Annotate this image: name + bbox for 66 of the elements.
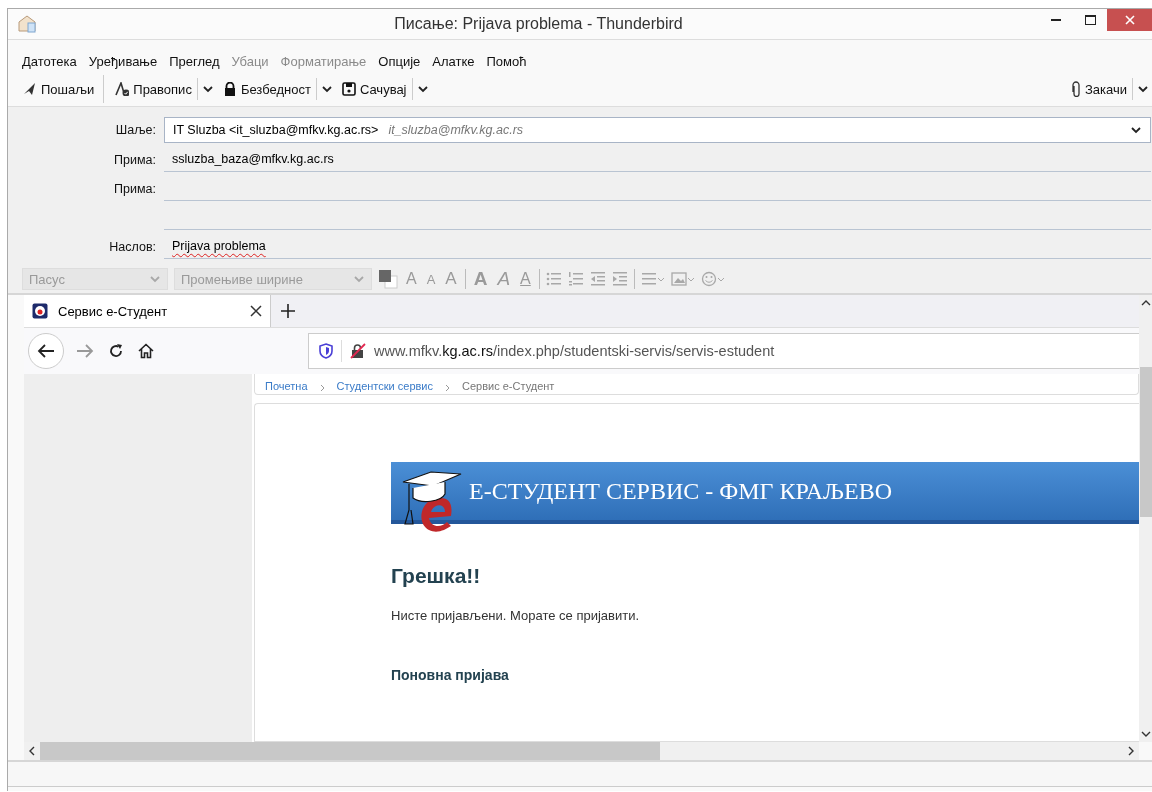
- address-bar[interactable]: www.mfkv.kg.ac.rs/index.php/studentski-servis/servis-estudent: [308, 333, 1139, 369]
- close-icon: [1125, 15, 1135, 25]
- sender-dropdown[interactable]: IT Sluzba <it_sluzba@mfkv.kg.ac.rs> it_sluzba@mfkv.kg.ac.rs: [164, 117, 1151, 143]
- chevron-down-icon: [353, 274, 365, 284]
- envelope-icon: [16, 14, 38, 34]
- chevron-down-icon: [149, 274, 161, 284]
- spellcheck-icon: [115, 82, 130, 96]
- banner-title: Е-СТУДЕНТ СЕРВИС - ФМГ КРАЉЕВО: [469, 477, 892, 505]
- field-label: Наслов:: [108, 239, 156, 254]
- chevron-down-icon: [201, 84, 214, 94]
- shield-icon[interactable]: [319, 343, 333, 359]
- color-swatch-icon[interactable]: [378, 269, 398, 289]
- paperclip-icon: [1070, 81, 1081, 97]
- vertical-scrollbar[interactable]: [1139, 295, 1152, 742]
- home-icon: [138, 343, 154, 359]
- favicon-icon: [32, 303, 48, 319]
- chevron-right-icon: [445, 384, 450, 392]
- reload-icon: [108, 343, 124, 359]
- lock-icon: [222, 82, 237, 96]
- horizontal-scrollbar[interactable]: [24, 742, 1139, 760]
- chevron-left-icon: [28, 746, 36, 756]
- url-text[interactable]: www.mfkv.kg.ac.rs/index.php/studentski-servis/servis-estudent: [374, 343, 775, 359]
- menu-item[interactable]: Опције: [372, 50, 427, 72]
- toolbar-button[interactable]: Правопис: [110, 76, 197, 102]
- chevron-down-icon: [1141, 730, 1151, 738]
- menu-item[interactable]: Алатке: [426, 50, 481, 72]
- browser-tab[interactable]: Сервис е-Студент: [24, 295, 270, 327]
- chevron-down-icon: [1137, 84, 1149, 94]
- maximize-icon: [1084, 15, 1096, 25]
- error-heading: Грешка!!: [391, 564, 482, 588]
- menu-item[interactable]: Датотека: [16, 50, 83, 72]
- plus-icon[interactable]: [281, 304, 295, 318]
- arrow-left-icon: [37, 343, 55, 359]
- field-label: Шаље:: [114, 123, 156, 137]
- minimize-icon: [1051, 19, 1061, 21]
- chevron-right-icon: [1127, 746, 1135, 756]
- field-label: Прима:: [113, 181, 156, 196]
- attach-button[interactable]: Закачи: [1065, 76, 1132, 102]
- recipient-field[interactable]: ssluzba_baza@mfkv.kg.ac.rs: [164, 147, 1151, 172]
- arrow-right-icon: [76, 343, 94, 359]
- insecure-lock-icon[interactable]: [350, 343, 366, 359]
- subject-text: Prijava problema: [172, 239, 266, 253]
- error-message: Нисте пријављени. Морате се пријавити.: [391, 608, 641, 623]
- menu-item[interactable]: Помоћ: [480, 50, 533, 72]
- field-label: Прима:: [113, 152, 156, 167]
- login-link[interactable]: Поновна пријава: [391, 667, 509, 683]
- chevron-right-icon: [319, 384, 325, 392]
- chevron-up-icon: [1141, 299, 1151, 307]
- menu-item[interactable]: Уређивање: [82, 50, 164, 72]
- chevron-down-icon: [416, 84, 429, 94]
- sender-text: IT Sluzba <it_sluzba@mfkv.kg.ac.rs>: [173, 123, 379, 137]
- close-icon[interactable]: [250, 305, 262, 317]
- breadcrumb-link[interactable]: Студентски сервис: [336, 380, 433, 392]
- menu-item[interactable]: Преглед: [163, 50, 226, 72]
- chevron-down-icon: [1130, 125, 1142, 135]
- subject-field[interactable]: Prijava problema: [164, 234, 1151, 259]
- home-button[interactable]: [136, 341, 156, 361]
- back-button[interactable]: [28, 333, 64, 369]
- breadcrumb-current: Сервис е-Студент: [462, 380, 555, 392]
- toolbar-button[interactable]: Пошаљи: [18, 76, 100, 102]
- toolbar-button[interactable]: Безбедност: [217, 76, 316, 102]
- toolbar-button[interactable]: Сачувај: [336, 76, 412, 102]
- identity-text: it_sluzba@mfkv.kg.ac.rs: [388, 123, 525, 137]
- chevron-down-icon: [320, 84, 333, 94]
- window-title: Писање: Prijava problema - Thunderbird: [393, 15, 684, 33]
- breadcrumb-link[interactable]: Почетна: [265, 380, 308, 392]
